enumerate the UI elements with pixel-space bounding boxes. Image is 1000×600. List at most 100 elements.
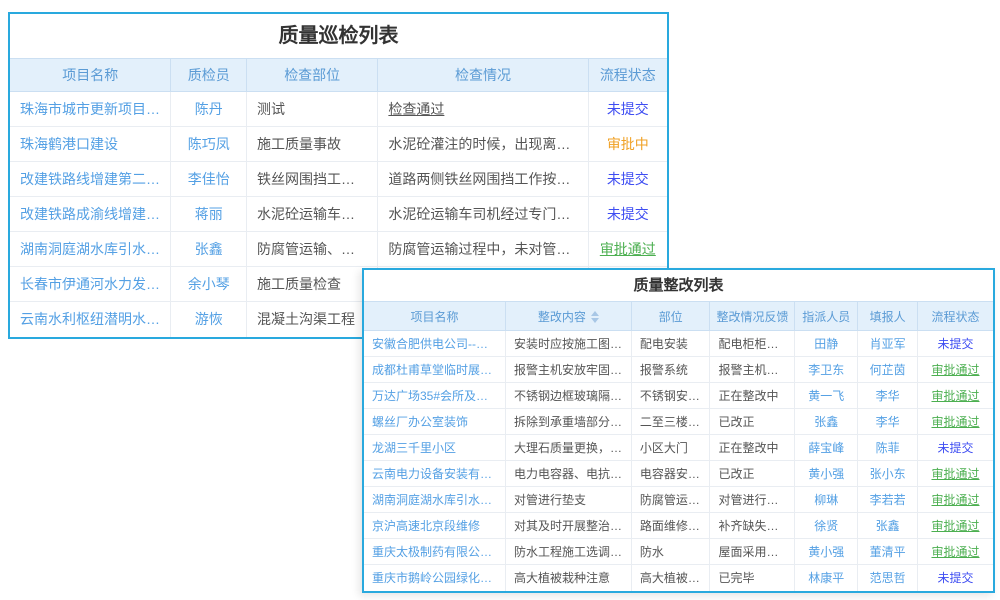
cell-link[interactable]: 京沪高速北京段维修 xyxy=(364,513,506,539)
header-row: 项目名称质检员检查部位检查情况流程状态 xyxy=(10,59,667,92)
cell-link[interactable]: 重庆市鹅岭公园绿化景观提升... xyxy=(364,565,506,591)
table-cell: 防腐管运输... xyxy=(631,487,710,513)
cell-link[interactable]: 张小东 xyxy=(858,461,918,487)
table-cell: 小区大门 xyxy=(631,435,710,461)
column-header: 流程状态 xyxy=(917,302,993,331)
cell-link[interactable]: 珠海市城市更新项目紫... xyxy=(10,92,171,127)
cell-link[interactable]: 薛宝峰 xyxy=(795,435,858,461)
status-badge: 未提交 xyxy=(917,565,993,591)
column-header: 项目名称 xyxy=(10,59,171,92)
cell-link[interactable]: 李华 xyxy=(858,383,918,409)
cell-link[interactable]: 云南水利枢纽潜明水库... xyxy=(10,302,171,337)
cell-link[interactable]: 黄小强 xyxy=(795,539,858,565)
cell-link[interactable]: 何芷茵 xyxy=(858,357,918,383)
table-cell: 检查通过 xyxy=(378,92,588,127)
column-header-label: 填报人 xyxy=(870,310,906,324)
rectification-grid: 项目名称整改内容部位整改情况反馈指派人员填报人流程状态安徽合肥供电公司--配电设… xyxy=(364,301,993,591)
table-row: 京沪高速北京段维修对其及时开展整治措施，桥头...路面维修检...补齐缺失标志.… xyxy=(364,513,993,539)
cell-link[interactable]: 余小琴 xyxy=(171,267,247,302)
cell-link[interactable]: 柳琳 xyxy=(795,487,858,513)
cell-link[interactable]: 云南电力设备安装有限公司20... xyxy=(364,461,506,487)
column-header: 部位 xyxy=(631,302,710,331)
cell-link[interactable]: 肖亚军 xyxy=(858,331,918,357)
table-cell: 配电柜柜体与... xyxy=(710,331,795,357)
cell-link[interactable]: 湖南洞庭湖水库引水工程施工标 xyxy=(364,487,506,513)
table-cell: 测试 xyxy=(247,92,378,127)
column-header-label: 项目名称 xyxy=(62,67,118,83)
table-cell: 已完毕 xyxy=(710,565,795,591)
status-badge: 审批通过 xyxy=(917,357,993,383)
column-header-label: 项目名称 xyxy=(411,310,459,324)
cell-link[interactable]: 安徽合肥供电公司--配电设备... xyxy=(364,331,506,357)
status-badge: 审批通过 xyxy=(917,409,993,435)
table-cell: 对管进行垫支 xyxy=(506,487,632,513)
cell-link[interactable]: 改建铁路线增建第二线... xyxy=(10,162,171,197)
column-header[interactable]: 整改内容 xyxy=(506,302,632,331)
cell-link[interactable]: 田静 xyxy=(795,331,858,357)
column-header: 质检员 xyxy=(171,59,247,92)
cell-link[interactable]: 游恢 xyxy=(171,302,247,337)
cell-link[interactable]: 蒋丽 xyxy=(171,197,247,232)
cell-link[interactable]: 万达广场35#会所及咖啡厅空... xyxy=(364,383,506,409)
cell-link[interactable]: 湖南洞庭湖水库引水工... xyxy=(10,232,171,267)
status-badge: 未提交 xyxy=(588,197,667,232)
cell-link[interactable]: 张鑫 xyxy=(171,232,247,267)
cell-link[interactable]: 黄小强 xyxy=(795,461,858,487)
cell-link[interactable]: 张鑫 xyxy=(858,513,918,539)
table-cell: 已改正 xyxy=(710,409,795,435)
cell-link[interactable]: 黄一飞 xyxy=(795,383,858,409)
status-badge: 审批通过 xyxy=(917,513,993,539)
status-badge: 审批通过 xyxy=(917,539,993,565)
status-badge: 审批通过 xyxy=(588,232,667,267)
table-row: 重庆太极制药有限公司亳州中...防水工程施工选调有专业资质...防水屋面采用聚氯… xyxy=(364,539,993,565)
table-cell: 防水 xyxy=(631,539,710,565)
table-cell: 二至三楼混... xyxy=(631,409,710,435)
table-row: 珠海鹤港口建设陈巧凤施工质量事故水泥砼灌注的时候，出现离析现象审批中 xyxy=(10,127,667,162)
cell-link[interactable]: 重庆太极制药有限公司亳州中... xyxy=(364,539,506,565)
table-row: 湖南洞庭湖水库引水工...张鑫防腐管运输、布管防腐管运输过程中，未对管进行...… xyxy=(10,232,667,267)
cell-link[interactable]: 李华 xyxy=(858,409,918,435)
cell-link[interactable]: 成都杜甫草堂临时展厅独立展... xyxy=(364,357,506,383)
rectification-table-card: 质量整改列表 项目名称整改内容部位整改情况反馈指派人员填报人流程状态安徽合肥供电… xyxy=(362,268,995,593)
column-header-label: 流程状态 xyxy=(931,310,979,324)
cell-link[interactable]: 徐贤 xyxy=(795,513,858,539)
cell-link[interactable]: 陈丹 xyxy=(171,92,247,127)
cell-link[interactable]: 李若若 xyxy=(858,487,918,513)
table-cell: 配电安装 xyxy=(631,331,710,357)
table-cell: 屋面采用聚氯... xyxy=(710,539,795,565)
table-cell: 不锈钢安装... xyxy=(631,383,710,409)
cell-link[interactable]: 龙湖三千里小区 xyxy=(364,435,506,461)
cell-link[interactable]: 改建铁路成渝线增建第... xyxy=(10,197,171,232)
table-cell: 对管进行垫支 xyxy=(710,487,795,513)
column-header: 项目名称 xyxy=(364,302,506,331)
column-header-label: 检查部位 xyxy=(284,67,340,83)
table-cell: 大理石质量更换，12月31日之... xyxy=(506,435,632,461)
cell-link[interactable]: 陈巧凤 xyxy=(171,127,247,162)
cell-link[interactable]: 珠海鹤港口建设 xyxy=(10,127,171,162)
table-cell: 报警主机安放... xyxy=(710,357,795,383)
table-row: 安徽合肥供电公司--配电设备...安装时应按施工图的布置，将...配电安装配电柜… xyxy=(364,331,993,357)
cell-link[interactable]: 李佳怡 xyxy=(171,162,247,197)
table-cell: 补齐缺失标志... xyxy=(710,513,795,539)
status-badge: 审批中 xyxy=(588,127,667,162)
cell-link[interactable]: 长春市伊通河水力发电... xyxy=(10,267,171,302)
cell-link[interactable]: 陈菲 xyxy=(858,435,918,461)
table-row: 改建铁路成渝线增建第...蒋丽水泥砼运输车检查水泥砼运输车司机经过专门培训...… xyxy=(10,197,667,232)
cell-link[interactable]: 林康平 xyxy=(795,565,858,591)
inspection-table-title: 质量巡检列表 xyxy=(10,14,667,58)
table-cell: 防腐管运输过程中，未对管进行... xyxy=(378,232,588,267)
column-header-label: 整改情况反馈 xyxy=(716,310,788,324)
table-cell: 防水工程施工选调有专业资质... xyxy=(506,539,632,565)
status-badge: 审批通过 xyxy=(917,461,993,487)
table-cell: 报警系统 xyxy=(631,357,710,383)
table-cell: 高大植被栽种 xyxy=(631,565,710,591)
cell-link[interactable]: 李卫东 xyxy=(795,357,858,383)
cell-link[interactable]: 螺丝厂办公室装饰 xyxy=(364,409,506,435)
cell-link[interactable]: 董清平 xyxy=(858,539,918,565)
table-cell: 铁丝网围挡工作检查 xyxy=(247,162,378,197)
column-header-label: 流程状态 xyxy=(600,67,656,83)
cell-link[interactable]: 范思哲 xyxy=(858,565,918,591)
table-cell: 安装时应按施工图的布置，将... xyxy=(506,331,632,357)
sort-icon[interactable] xyxy=(591,311,599,323)
cell-link[interactable]: 张鑫 xyxy=(795,409,858,435)
